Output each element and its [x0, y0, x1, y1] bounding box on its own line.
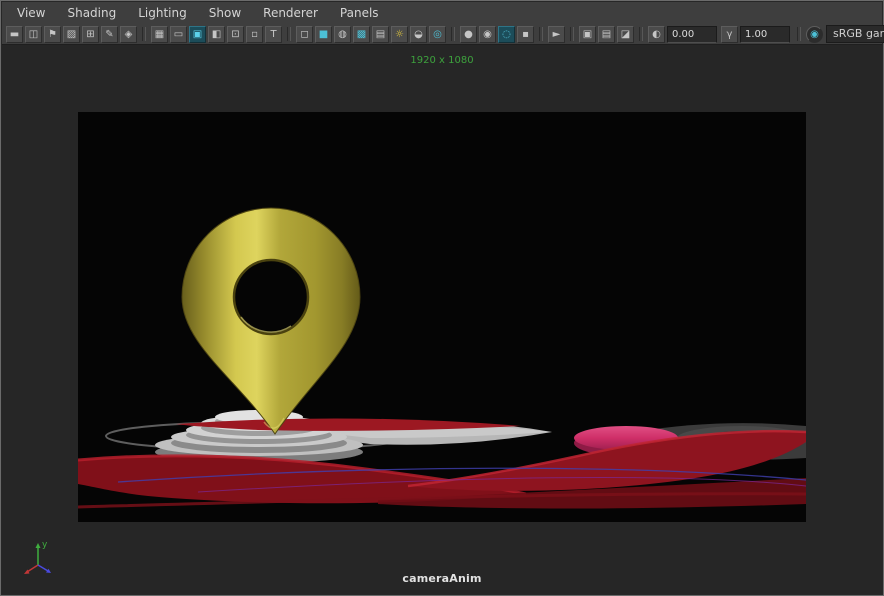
textured-icon[interactable]: ▩: [353, 25, 370, 43]
safe-title-icon[interactable]: T: [265, 25, 282, 43]
viewport-area[interactable]: 1920 x 1080 y cameraAnim: [2, 45, 882, 594]
fog-icon[interactable]: ◌: [498, 25, 515, 43]
panel-window: View Shading Lighting Show Renderer Pane…: [0, 0, 884, 596]
wireframe-icon[interactable]: ◻: [296, 25, 313, 43]
film-gate-icon[interactable]: ▭: [170, 25, 187, 43]
camera-name-label: cameraAnim: [402, 572, 482, 585]
grease-pencil-icon[interactable]: ✎: [101, 25, 118, 43]
shadows-icon[interactable]: ◒: [410, 25, 427, 43]
menu-panels[interactable]: Panels: [329, 2, 390, 24]
smooth-shade-icon[interactable]: ■: [315, 25, 332, 43]
camera-tools-icon[interactable]: ◈: [120, 25, 137, 43]
axis-y-label: y: [42, 540, 48, 550]
resolution-gate-label: 1920 x 1080: [410, 55, 474, 66]
gamma-input[interactable]: [740, 25, 790, 43]
axis-gizmo: y: [24, 540, 51, 574]
lights-icon[interactable]: ☼: [391, 25, 408, 43]
isolate-view-icon[interactable]: ◉: [479, 25, 496, 43]
panel-toolbar: ▬ ◫ ⚑ ▨ ⊞ ✎ ◈ ▦ ▭ ▣ ◧ ⊡ ▫ T ◻ ■ ◍ ▩ ▤ ☼ …: [2, 24, 884, 45]
gamma-icon[interactable]: γ: [721, 25, 738, 43]
xray-icon[interactable]: ▣: [579, 25, 596, 43]
toolbar-separator: [797, 27, 801, 41]
gate-mask-icon[interactable]: ◧: [208, 25, 225, 43]
exposure-input[interactable]: [667, 25, 717, 43]
select-camera-icon[interactable]: ▬: [6, 25, 23, 43]
ssao-icon[interactable]: ◎: [429, 25, 446, 43]
panel-menubar: View Shading Lighting Show Renderer Pane…: [2, 2, 882, 25]
grid-icon[interactable]: ▦: [151, 25, 168, 43]
pan-zoom-icon[interactable]: ⊞: [82, 25, 99, 43]
bookmark-icon[interactable]: ⚑: [44, 25, 61, 43]
view-transform-icon[interactable]: ◉: [806, 25, 823, 43]
toolbar-separator: [142, 27, 146, 41]
toolbar-separator: [639, 27, 643, 41]
view-transform-dropdown[interactable]: sRGB gamma: [826, 25, 884, 43]
xray-active-icon[interactable]: ◪: [617, 25, 634, 43]
camera-attributes-icon[interactable]: ◫: [25, 25, 42, 43]
select-tool-icon[interactable]: ►: [548, 25, 565, 43]
maya-viewport-panel: View Shading Lighting Show Renderer Pane…: [0, 0, 884, 596]
isolate-select-icon[interactable]: ●: [460, 25, 477, 43]
field-chart-icon[interactable]: ⊡: [227, 25, 244, 43]
default-material-icon[interactable]: ▤: [372, 25, 389, 43]
camera-render-view[interactable]: [78, 112, 806, 522]
menu-view[interactable]: View: [6, 2, 56, 24]
toolbar-separator: [287, 27, 291, 41]
toolbar-separator: [451, 27, 455, 41]
wireframe-on-shaded-icon[interactable]: ◍: [334, 25, 351, 43]
menu-lighting[interactable]: Lighting: [127, 2, 198, 24]
menu-show[interactable]: Show: [198, 2, 252, 24]
toolbar-separator: [539, 27, 543, 41]
menu-shading[interactable]: Shading: [56, 2, 127, 24]
xray-joints-icon[interactable]: ▤: [598, 25, 615, 43]
plain-square-icon[interactable]: ▪: [517, 25, 534, 43]
menu-renderer[interactable]: Renderer: [252, 2, 329, 24]
safe-action-icon[interactable]: ▫: [246, 25, 263, 43]
resolution-gate-icon[interactable]: ▣: [189, 25, 206, 43]
exposure-icon[interactable]: ◐: [648, 25, 665, 43]
image-plane-icon[interactable]: ▨: [63, 25, 80, 43]
toolbar-separator: [570, 27, 574, 41]
